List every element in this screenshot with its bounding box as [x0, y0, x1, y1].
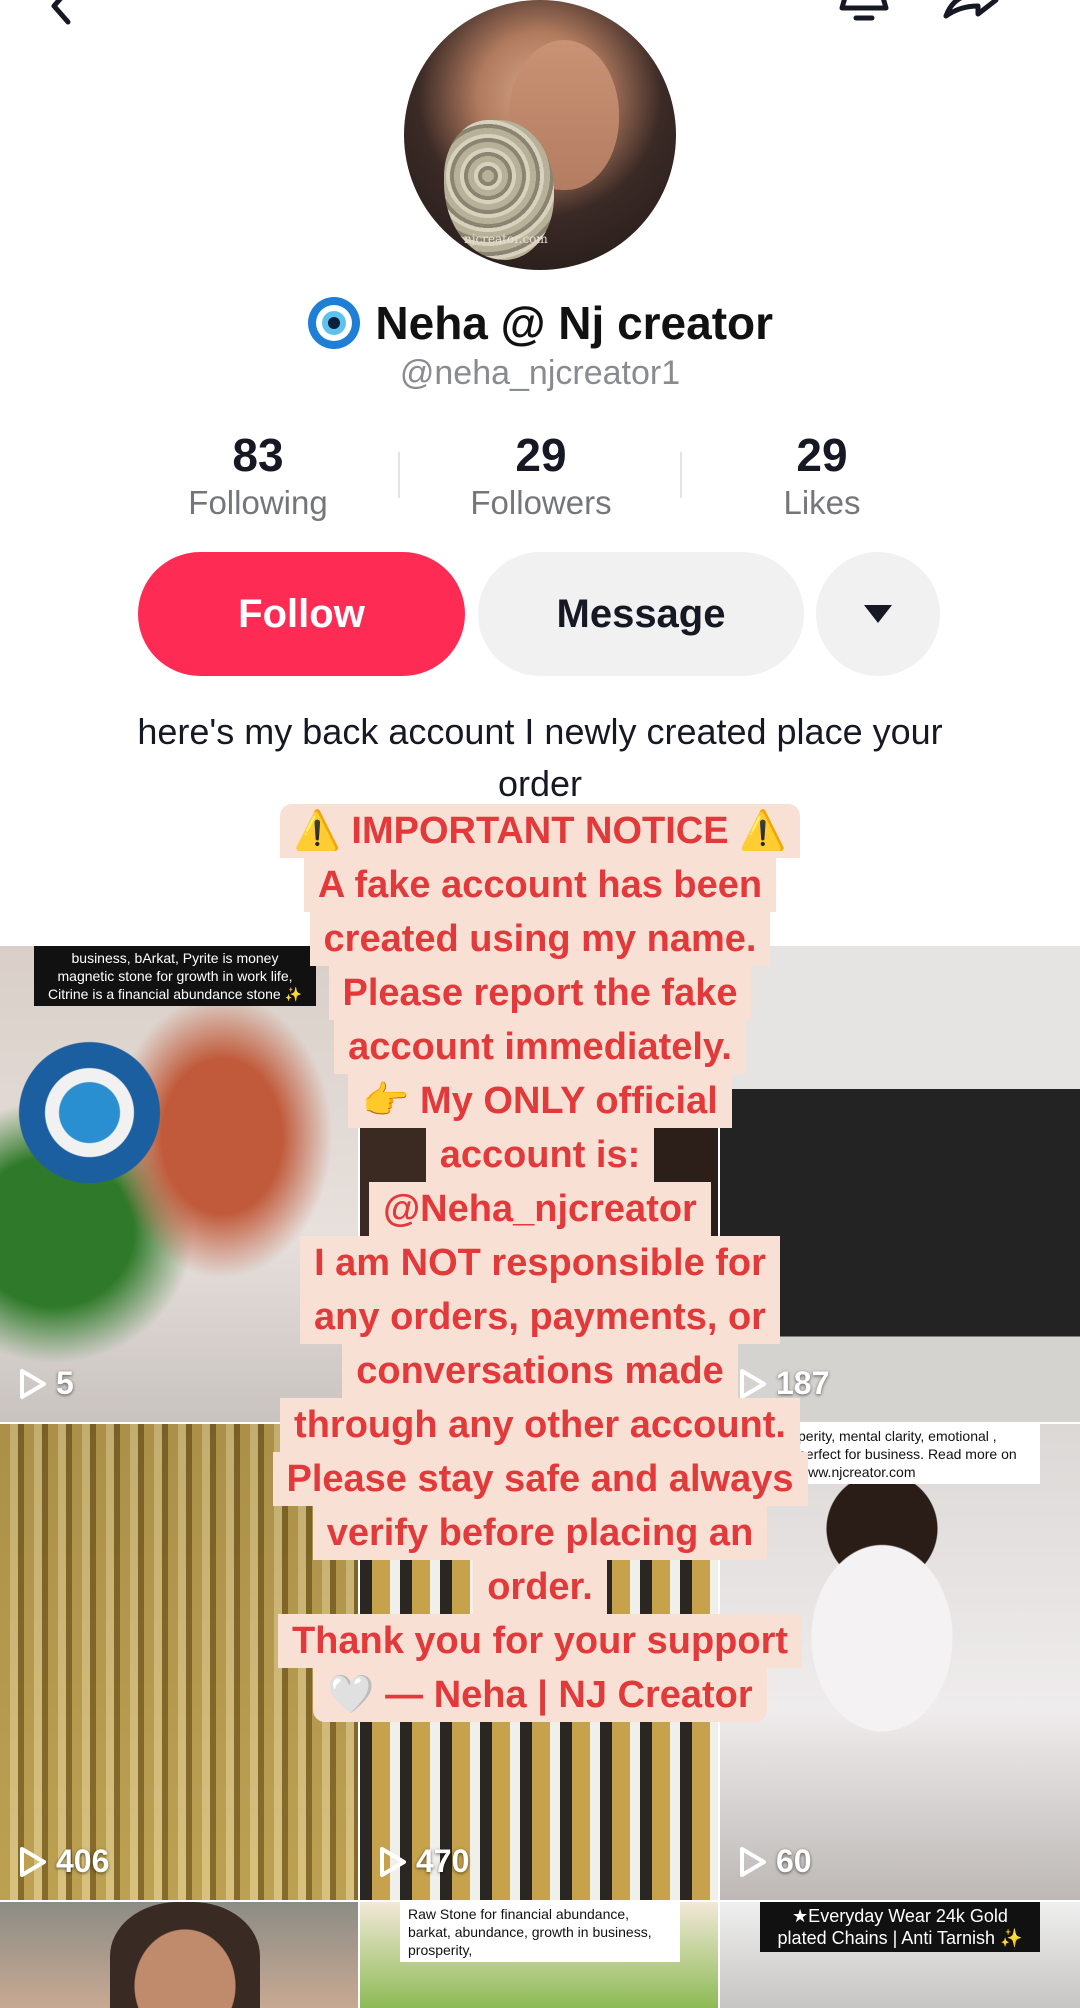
thumbnail-face — [110, 1902, 260, 2008]
display-name: Neha @ Nj creator — [375, 297, 774, 349]
avatar-watermark: njcreator.com — [464, 232, 548, 246]
video-caption: ★Everyday Wear 24k Gold plated Chains | … — [760, 1902, 1040, 1952]
play-icon — [740, 1846, 766, 1877]
view-count-value: 60 — [776, 1843, 812, 1879]
view-count: 470 — [378, 1843, 469, 1880]
notice-line: conversations made — [342, 1344, 738, 1398]
play-icon — [380, 1846, 406, 1877]
view-count: 60 — [738, 1843, 812, 1880]
message-button[interactable]: Message — [478, 552, 804, 676]
stat-likes[interactable]: 29 Likes — [692, 430, 952, 526]
notice-line: I am NOT responsible for — [300, 1236, 780, 1290]
view-count-value: 470 — [416, 1843, 470, 1879]
profile-stats: 83 Following 29 Followers 29 Likes — [0, 430, 1080, 521]
notice-line: 👉 My ONLY official — [348, 1074, 732, 1128]
stat-followers[interactable]: 29 Followers — [411, 430, 671, 526]
notice-line: Thank you for your support — [277, 1614, 803, 1668]
video-caption: Raw Stone for financial abundance, barka… — [400, 1902, 680, 1962]
stat-following[interactable]: 83 Following — [128, 430, 388, 526]
notice-line: Please report the fake — [328, 966, 752, 1020]
play-icon — [20, 1846, 46, 1877]
notice-line: account immediately. — [334, 1020, 746, 1074]
stat-divider — [398, 452, 400, 498]
important-notice-overlay: ⚠️ IMPORTANT NOTICE ⚠️ A fake account ha… — [0, 804, 1080, 1722]
suggested-accounts-dropdown-button[interactable] — [816, 552, 940, 676]
notice-line: 🤍 — Neha | NJ Creator — [313, 1668, 767, 1722]
notice-line: any orders, payments, or — [300, 1290, 780, 1344]
stat-label: Following — [188, 484, 328, 521]
evil-eye-icon — [307, 297, 360, 349]
notice-line: account is: — [425, 1128, 655, 1182]
username: @neha_njcreator1 — [399, 354, 681, 392]
video-thumbnail[interactable]: ★Everyday Wear 24k Gold plated Chains | … — [720, 1902, 1080, 2008]
notice-line: Please stay safe and always — [272, 1452, 808, 1506]
profile-bio: here's my back account I newly created p… — [137, 711, 943, 804]
stat-label: Likes — [783, 484, 861, 521]
stat-value: 83 — [232, 429, 284, 481]
notice-line: @Neha_njcreator — [369, 1182, 711, 1236]
notice-line: verify before placing an — [312, 1506, 768, 1560]
display-name-row: Neha @ Nj creator — [0, 296, 1080, 350]
stat-divider — [680, 452, 682, 498]
back-arrow-icon[interactable] — [40, 0, 80, 26]
follow-button[interactable]: Follow — [138, 552, 465, 676]
video-thumbnail[interactable] — [0, 1902, 358, 2008]
stat-value: 29 — [796, 429, 848, 481]
notice-line: through any other account. — [280, 1398, 800, 1452]
notice-line: ⚠️ IMPORTANT NOTICE ⚠️ — [279, 804, 801, 858]
stat-value: 29 — [515, 429, 567, 481]
notice-line: A fake account has been — [303, 858, 777, 912]
caret-down-icon — [864, 605, 892, 623]
bell-icon[interactable] — [836, 0, 892, 26]
notice-line: order. — [473, 1560, 607, 1614]
video-thumbnail[interactable]: Raw Stone for financial abundance, barka… — [360, 1902, 718, 2008]
stat-label: Followers — [470, 484, 612, 521]
share-icon[interactable] — [940, 0, 1000, 26]
view-count: 406 — [18, 1843, 109, 1880]
avatar[interactable]: njcreator.com — [404, 0, 676, 270]
notice-line: created using my name. — [309, 912, 771, 966]
view-count-value: 406 — [56, 1843, 110, 1879]
